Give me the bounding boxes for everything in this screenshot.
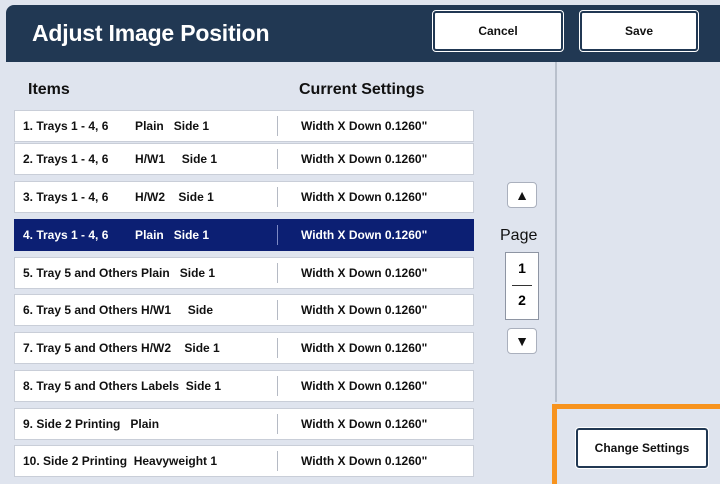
change-settings-button[interactable]: Change Settings [575,427,709,469]
row-divider [277,225,278,245]
row-divider [277,116,278,136]
row-item-label: 9. Side 2 Printing Plain [23,417,160,431]
row-item-label: 3. Trays 1 - 4, 6 H/W2 Side 1 [23,190,214,204]
column-header-current-settings: Current Settings [299,81,425,98]
row-item-label: 10. Side 2 Printing Heavyweight 1 [23,454,218,468]
row-divider [277,414,278,434]
table-row[interactable]: 4. Trays 1 - 4, 6 Plain Side 1 Width X Do… [14,219,474,251]
page-label: Page [500,227,538,244]
table-row[interactable]: 9. Side 2 Printing Plain Width X Down 0.1… [14,408,474,440]
total-pages: 2 [518,292,526,308]
row-item-label: 6. Tray 5 and Others H/W1 Side [23,303,214,317]
table-row[interactable]: 1. Trays 1 - 4, 6 Plain Side 1 Width X Do… [14,110,474,142]
row-item-label: 7. Tray 5 and Others H/W2 Side 1 [23,341,220,355]
row-divider [277,263,278,283]
row-item-label: 2. Trays 1 - 4, 6 H/W1 Side 1 [23,152,218,166]
page-fraction-line [512,285,532,286]
row-setting-value: Width X Down 0.1260" [301,379,428,393]
row-setting-value: Width X Down 0.1260" [301,417,428,431]
row-setting-value: Width X Down 0.1260" [301,303,428,317]
table-row[interactable]: 5. Tray 5 and Others Plain Side 1 Width X… [14,257,474,289]
table-row[interactable]: 8. Tray 5 and Others Labels Side 1 Width … [14,370,474,402]
page-up-button[interactable]: ▲ [507,182,537,208]
page-title: Adjust Image Position [32,20,270,46]
row-item-label: 4. Trays 1 - 4, 6 Plain Side 1 [23,228,210,242]
table-row[interactable]: 7. Tray 5 and Others H/W2 Side 1 Width X … [14,332,474,364]
panel-divider [555,62,557,402]
row-setting-value: Width X Down 0.1260" [301,341,428,355]
row-divider [277,338,278,358]
row-setting-value: Width X Down 0.1260" [301,454,428,468]
table-row[interactable]: 6. Tray 5 and Others H/W1 Side Width X Do… [14,294,474,326]
cancel-button[interactable]: Cancel [432,10,564,52]
row-item-label: 5. Tray 5 and Others Plain Side 1 [23,266,216,280]
save-button[interactable]: Save [579,10,699,52]
row-setting-value: Width X Down 0.1260" [301,266,428,280]
row-divider [277,187,278,207]
row-item-label: 8. Tray 5 and Others Labels Side 1 [23,379,222,393]
row-setting-value: Width X Down 0.1260" [301,152,428,166]
row-setting-value: Width X Down 0.1260" [301,190,428,204]
triangle-up-icon: ▲ [515,187,529,203]
row-setting-value: Width X Down 0.1260" [301,228,428,242]
page-indicator: 1 2 [505,252,539,320]
column-header-items: Items [28,81,70,98]
table-row[interactable]: 10. Side 2 Printing Heavyweight 1 Width X… [14,445,474,477]
row-divider [277,451,278,471]
table-row[interactable]: 2. Trays 1 - 4, 6 H/W1 Side 1 Width X Dow… [14,143,474,175]
triangle-down-icon: ▼ [515,333,529,349]
page-down-button[interactable]: ▼ [507,328,537,354]
row-divider [277,376,278,396]
row-divider [277,300,278,320]
row-divider [277,149,278,169]
current-page: 1 [518,260,526,276]
row-setting-value: Width X Down 0.1260" [301,119,428,133]
table-row[interactable]: 3. Trays 1 - 4, 6 H/W2 Side 1 Width X Dow… [14,181,474,213]
row-item-label: 1. Trays 1 - 4, 6 Plain Side 1 [23,119,210,133]
